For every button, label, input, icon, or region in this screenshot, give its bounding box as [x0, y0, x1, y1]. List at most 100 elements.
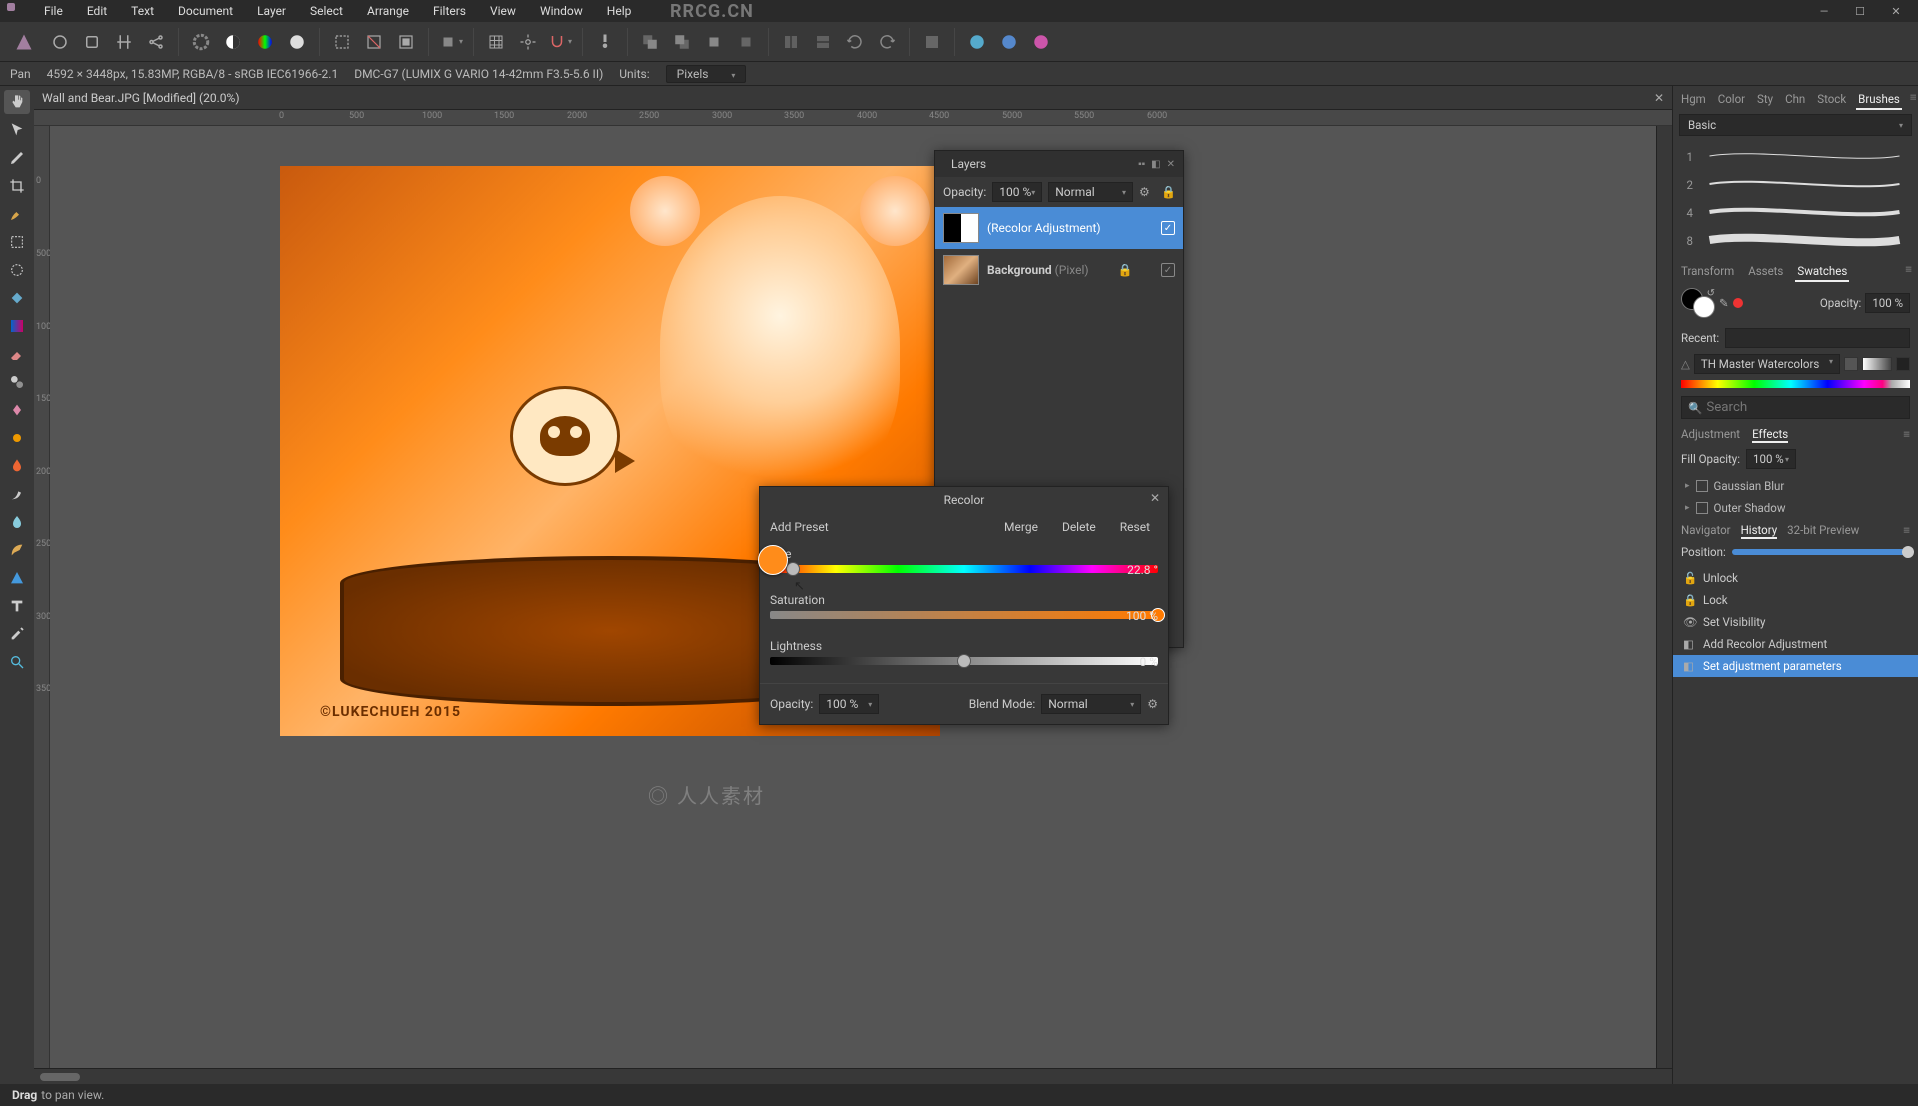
- smudge-tool-icon[interactable]: [4, 482, 30, 506]
- window-maximize-icon[interactable]: ☐: [1846, 5, 1874, 18]
- persona-photo-icon[interactable]: [963, 28, 991, 56]
- text-tool-icon[interactable]: [4, 594, 30, 618]
- menu-edit[interactable]: Edit: [85, 2, 109, 20]
- tab-channels[interactable]: Chn: [1783, 90, 1807, 110]
- document-tab[interactable]: Wall and Bear.JPG [Modified] (20.0%) ✕: [34, 86, 1672, 110]
- tab-assets[interactable]: Assets: [1746, 262, 1785, 282]
- tab-styles[interactable]: Sty: [1755, 90, 1775, 110]
- swatch-strip[interactable]: [1681, 380, 1910, 388]
- layer-gear-icon[interactable]: ⚙: [1139, 185, 1155, 199]
- layer-visibility-checkbox[interactable]: ✓: [1161, 221, 1175, 235]
- brush-item[interactable]: 4: [1679, 200, 1912, 226]
- window-minimize-icon[interactable]: —: [1810, 5, 1838, 18]
- scrollbar-horizontal[interactable]: [34, 1068, 1672, 1084]
- saturation-slider[interactable]: [770, 611, 1158, 623]
- tab-32bit-preview[interactable]: 32-bit Preview: [1787, 523, 1859, 539]
- tab-histogram[interactable]: Hgm: [1679, 90, 1708, 110]
- color-wheel-icon[interactable]: [187, 28, 215, 56]
- fill-opacity-dropdown[interactable]: 100 %: [1746, 449, 1796, 469]
- new-doc-icon[interactable]: [46, 28, 74, 56]
- swatch-opacity-value[interactable]: 100 %: [1865, 293, 1910, 313]
- bw-icon[interactable]: [219, 28, 247, 56]
- layer-lock-icon[interactable]: 🔒: [1161, 185, 1175, 199]
- close-tab-icon[interactable]: ✕: [1654, 91, 1664, 105]
- pen-curve-icon[interactable]: [4, 538, 30, 562]
- align-l-icon[interactable]: [918, 28, 946, 56]
- arrange-bwd-icon[interactable]: [732, 28, 760, 56]
- tab-swatches[interactable]: Swatches: [1795, 262, 1849, 282]
- hue-icon[interactable]: [251, 28, 279, 56]
- palette-gradient-icon[interactable]: [1862, 357, 1892, 371]
- flip-v-icon[interactable]: [809, 28, 837, 56]
- add-preset-button[interactable]: Add Preset: [770, 520, 829, 534]
- menu-window[interactable]: Window: [538, 2, 585, 20]
- reset-button[interactable]: Reset: [1112, 517, 1158, 537]
- layer-visibility-checkbox[interactable]: ✓: [1161, 263, 1175, 277]
- bucket-tool-icon[interactable]: [4, 286, 30, 310]
- magnet-icon[interactable]: [546, 28, 574, 56]
- soft-icon[interactable]: [283, 28, 311, 56]
- units-dropdown[interactable]: Pixels ▾: [666, 65, 747, 83]
- menu-file[interactable]: File: [42, 2, 65, 20]
- clone-tool-icon[interactable]: [4, 370, 30, 394]
- panel-menu-icon[interactable]: ≡: [1905, 262, 1912, 282]
- tab-brushes[interactable]: Brushes: [1856, 90, 1902, 110]
- crop-tool-icon[interactable]: [4, 174, 30, 198]
- brush-item[interactable]: 1: [1679, 144, 1912, 170]
- assistant-icon[interactable]: [591, 28, 619, 56]
- palette-discolsure-icon[interactable]: △: [1681, 357, 1690, 371]
- menu-filters[interactable]: Filters: [431, 2, 468, 20]
- layers-tab[interactable]: Layers: [943, 153, 994, 175]
- marquee-tool-icon[interactable]: [4, 230, 30, 254]
- rotate-l-icon[interactable]: [841, 28, 869, 56]
- dodge-tool-icon[interactable]: [4, 426, 30, 450]
- brush-tool-icon[interactable]: [4, 202, 30, 226]
- recolor-gear-icon[interactable]: ⚙: [1147, 697, 1158, 711]
- ruler-vertical[interactable]: 0 500 1000 1500 2000 2500 3000 3500: [34, 126, 50, 1084]
- window-close-icon[interactable]: ✕: [1882, 5, 1910, 18]
- tab-adjustment[interactable]: Adjustment: [1681, 427, 1740, 443]
- heal-tool-icon[interactable]: [4, 398, 30, 422]
- tab-navigator[interactable]: Navigator: [1681, 523, 1731, 539]
- history-item-set-visibility[interactable]: 👁Set Visibility: [1673, 611, 1918, 633]
- menu-view[interactable]: View: [488, 2, 518, 20]
- panel-menu-icon[interactable]: ≡: [1910, 90, 1917, 110]
- deselect-icon[interactable]: [360, 28, 388, 56]
- open-icon[interactable]: [78, 28, 106, 56]
- quickmask-icon[interactable]: [437, 28, 465, 56]
- hue-slider[interactable]: [770, 565, 1158, 577]
- recolor-opacity-dropdown[interactable]: 100 %: [819, 694, 879, 714]
- panel-menu-icon[interactable]: ▪▪: [1138, 159, 1145, 170]
- ruler-horizontal[interactable]: 0 500 1000 1500 2000 2500 3000 3500 4000…: [34, 110, 1672, 126]
- persona-liquify-icon[interactable]: [995, 28, 1023, 56]
- color-wells[interactable]: ↺: [1681, 288, 1715, 318]
- menu-arrange[interactable]: Arrange: [365, 2, 411, 20]
- palette-dropdown[interactable]: TH Master Watercolors: [1694, 354, 1840, 374]
- lightness-slider[interactable]: [770, 657, 1158, 669]
- layer-row-background[interactable]: Background (Pixel) 🔒 ✓: [935, 249, 1183, 291]
- panel-menu-icon[interactable]: ≡: [1903, 427, 1910, 443]
- palette-grid-icon[interactable]: [1844, 357, 1858, 371]
- eraser-tool-icon[interactable]: [4, 342, 30, 366]
- pan-tool-icon[interactable]: [4, 90, 30, 114]
- panel-close-icon[interactable]: ✕: [1167, 159, 1175, 170]
- shape-tool-icon[interactable]: [4, 566, 30, 590]
- snap-icon[interactable]: [514, 28, 542, 56]
- menu-help[interactable]: Help: [605, 2, 634, 20]
- ellipse-marquee-icon[interactable]: [4, 258, 30, 282]
- selection-icon[interactable]: [328, 28, 356, 56]
- palette-list-icon[interactable]: [1896, 357, 1910, 371]
- menu-text[interactable]: Text: [129, 2, 156, 20]
- fx-outer-shadow[interactable]: ▸Outer Shadow: [1673, 497, 1918, 519]
- tab-history[interactable]: History: [1741, 523, 1778, 539]
- layer-row-recolor[interactable]: (Recolor Adjustment) ✓: [935, 207, 1183, 249]
- menu-layer[interactable]: Layer: [255, 2, 288, 20]
- history-position-slider[interactable]: [1732, 549, 1910, 555]
- history-item-set-params[interactable]: ◧Set adjustment parameters: [1673, 655, 1918, 677]
- tab-effects[interactable]: Effects: [1752, 427, 1788, 443]
- recolor-close-icon[interactable]: ✕: [1150, 491, 1160, 505]
- delete-button[interactable]: Delete: [1054, 517, 1104, 537]
- tab-stock[interactable]: Stock: [1815, 90, 1848, 110]
- grid-icon[interactable]: [482, 28, 510, 56]
- swap-colors-icon[interactable]: ↺: [1707, 288, 1715, 299]
